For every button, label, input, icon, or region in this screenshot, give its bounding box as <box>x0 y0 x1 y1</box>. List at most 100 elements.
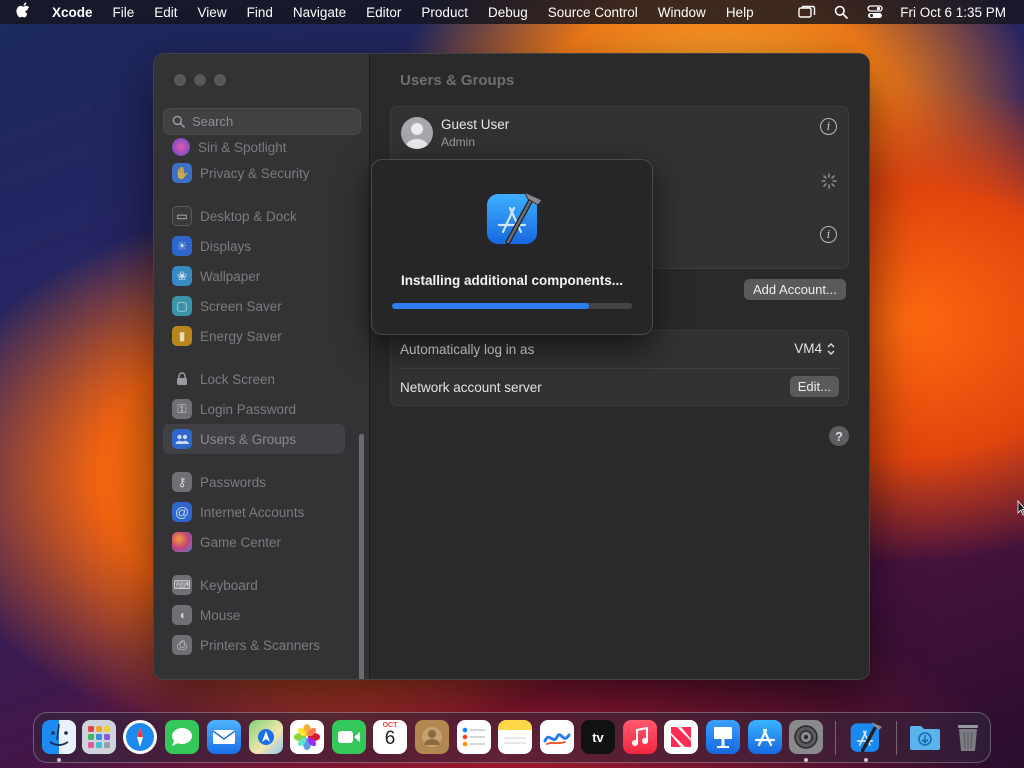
calendar-icon[interactable]: OCT 6 <box>373 720 407 754</box>
menu-view[interactable]: View <box>188 5 237 20</box>
sidebar-item-lock-screen[interactable]: Lock Screen <box>163 364 353 394</box>
system-settings-window: Search Siri & Spotlight ✋ Privacy & Secu… <box>153 53 870 680</box>
sidebar-item-energy-saver[interactable]: ▮ Energy Saver <box>163 321 353 351</box>
calendar-day: 6 <box>384 728 396 749</box>
edit-button[interactable]: Edit... <box>789 376 839 397</box>
loading-spinner-icon <box>821 173 837 189</box>
battery-icon: ▮ <box>172 326 192 346</box>
minimize-window-button[interactable] <box>194 74 206 86</box>
zoom-window-button[interactable] <box>214 74 226 86</box>
user-row-guest[interactable]: Guest User Admin i <box>391 107 848 161</box>
control-center-icon[interactable] <box>858 0 892 24</box>
sidebar-item-users-groups[interactable]: Users & Groups <box>163 424 345 454</box>
sidebar-search-field[interactable]: Search <box>163 108 361 135</box>
menu-bar: Xcode File Edit View Find Navigate Edito… <box>0 0 1024 24</box>
game-center-icon <box>172 532 192 552</box>
siri-icon <box>172 138 190 156</box>
menu-app-name[interactable]: Xcode <box>46 5 103 20</box>
keynote-icon[interactable] <box>706 720 740 754</box>
maps-icon[interactable] <box>249 720 283 754</box>
menu-navigate[interactable]: Navigate <box>283 5 356 20</box>
running-indicator <box>57 758 61 762</box>
menu-clock[interactable]: Fri Oct 6 1:35 PM <box>892 5 1024 20</box>
app-store-icon[interactable] <box>748 720 782 754</box>
flower-icon: ❀ <box>172 266 192 286</box>
menu-editor[interactable]: Editor <box>356 5 411 20</box>
add-account-button[interactable]: Add Account... <box>744 279 846 300</box>
help-button[interactable]: ? <box>829 426 849 446</box>
search-placeholder: Search <box>192 114 234 129</box>
auto-login-popup[interactable]: VM4 <box>794 341 836 356</box>
menu-window[interactable]: Window <box>648 5 716 20</box>
photos-icon[interactable] <box>290 720 324 754</box>
auto-login-row: Automatically log in as VM4 <box>391 331 848 368</box>
mail-icon[interactable] <box>207 720 241 754</box>
mouse-cursor-icon <box>1017 500 1024 516</box>
sidebar-item-privacy-security[interactable]: ✋ Privacy & Security <box>163 158 353 188</box>
finder-icon[interactable] <box>42 720 76 754</box>
launchpad-icon[interactable] <box>82 720 116 754</box>
sidebar-item-login-password[interactable]: ⚿ Login Password <box>163 394 353 424</box>
menu-edit[interactable]: Edit <box>144 5 187 20</box>
messages-icon[interactable] <box>165 720 199 754</box>
trash-icon[interactable] <box>951 720 985 754</box>
sidebar-item-keyboard[interactable]: ⌨ Keyboard <box>163 570 353 600</box>
sidebar-item-displays[interactable]: ☀ Displays <box>163 231 353 261</box>
key-icon: ⚿ <box>172 399 192 419</box>
dock-icon: ▭ <box>172 206 192 226</box>
menu-debug[interactable]: Debug <box>478 5 538 20</box>
installing-message: Installing additional components... <box>400 273 623 288</box>
facetime-icon[interactable] <box>332 720 366 754</box>
dock: OCT 6 tv <box>33 712 991 763</box>
close-window-button[interactable] <box>174 74 186 86</box>
menu-file[interactable]: File <box>103 5 145 20</box>
menu-help[interactable]: Help <box>716 5 764 20</box>
settings-content: Users & Groups Guest User Admin i i Add … <box>370 54 869 679</box>
freeform-icon[interactable] <box>540 720 574 754</box>
sidebar-item-siri-spotlight[interactable]: Siri & Spotlight <box>163 136 353 158</box>
notes-icon[interactable] <box>498 720 532 754</box>
hand-icon: ✋ <box>172 163 192 183</box>
dock-separator <box>835 721 836 755</box>
progress-fill <box>392 303 589 309</box>
network-server-label: Network account server <box>400 380 542 395</box>
printer-icon: ⎙ <box>172 635 192 655</box>
sidebar-item-desktop-dock[interactable]: ▭ Desktop & Dock <box>163 201 353 231</box>
apple-tv-icon[interactable]: tv <box>581 720 615 754</box>
window-switcher-icon[interactable] <box>790 0 824 24</box>
screen-saver-icon: ▢ <box>172 296 192 316</box>
window-controls <box>174 74 226 86</box>
system-settings-icon[interactable] <box>789 720 823 754</box>
user-name: Guest User <box>441 117 510 132</box>
sun-icon: ☀ <box>172 236 192 256</box>
apple-tv-label: tv <box>592 729 604 745</box>
xcode-icon[interactable] <box>849 720 883 754</box>
reminders-icon[interactable] <box>457 720 491 754</box>
running-indicator <box>864 758 868 762</box>
downloads-icon[interactable] <box>908 720 942 754</box>
sidebar-item-passwords[interactable]: ⚷ Passwords <box>163 467 353 497</box>
network-server-row: Network account server Edit... <box>391 369 848 406</box>
at-icon: @ <box>172 502 192 522</box>
spotlight-search-icon[interactable] <box>824 0 858 24</box>
menu-find[interactable]: Find <box>237 5 283 20</box>
sidebar-scrollbar[interactable] <box>359 434 364 679</box>
safari-icon[interactable] <box>123 720 157 754</box>
news-icon[interactable] <box>664 720 698 754</box>
sidebar-item-internet-accounts[interactable]: @ Internet Accounts <box>163 497 353 527</box>
sidebar-list: Siri & Spotlight ✋ Privacy & Security ▭ … <box>163 138 353 660</box>
info-icon[interactable]: i <box>820 118 837 135</box>
sidebar-item-printers-scanners[interactable]: ⎙ Printers & Scanners <box>163 630 353 660</box>
contacts-icon[interactable] <box>415 720 449 754</box>
sidebar-item-mouse[interactable]: ◖ Mouse <box>163 600 353 630</box>
lock-icon <box>172 369 192 389</box>
info-icon[interactable]: i <box>820 226 837 243</box>
music-icon[interactable] <box>623 720 657 754</box>
menu-product[interactable]: Product <box>411 5 478 20</box>
apple-menu-icon[interactable] <box>0 2 46 22</box>
sidebar-item-game-center[interactable]: Game Center <box>163 527 353 557</box>
sidebar-item-screen-saver[interactable]: ▢ Screen Saver <box>163 291 353 321</box>
menu-source-control[interactable]: Source Control <box>538 5 648 20</box>
chevron-up-down-icon <box>827 342 835 355</box>
sidebar-item-wallpaper[interactable]: ❀ Wallpaper <box>163 261 353 291</box>
